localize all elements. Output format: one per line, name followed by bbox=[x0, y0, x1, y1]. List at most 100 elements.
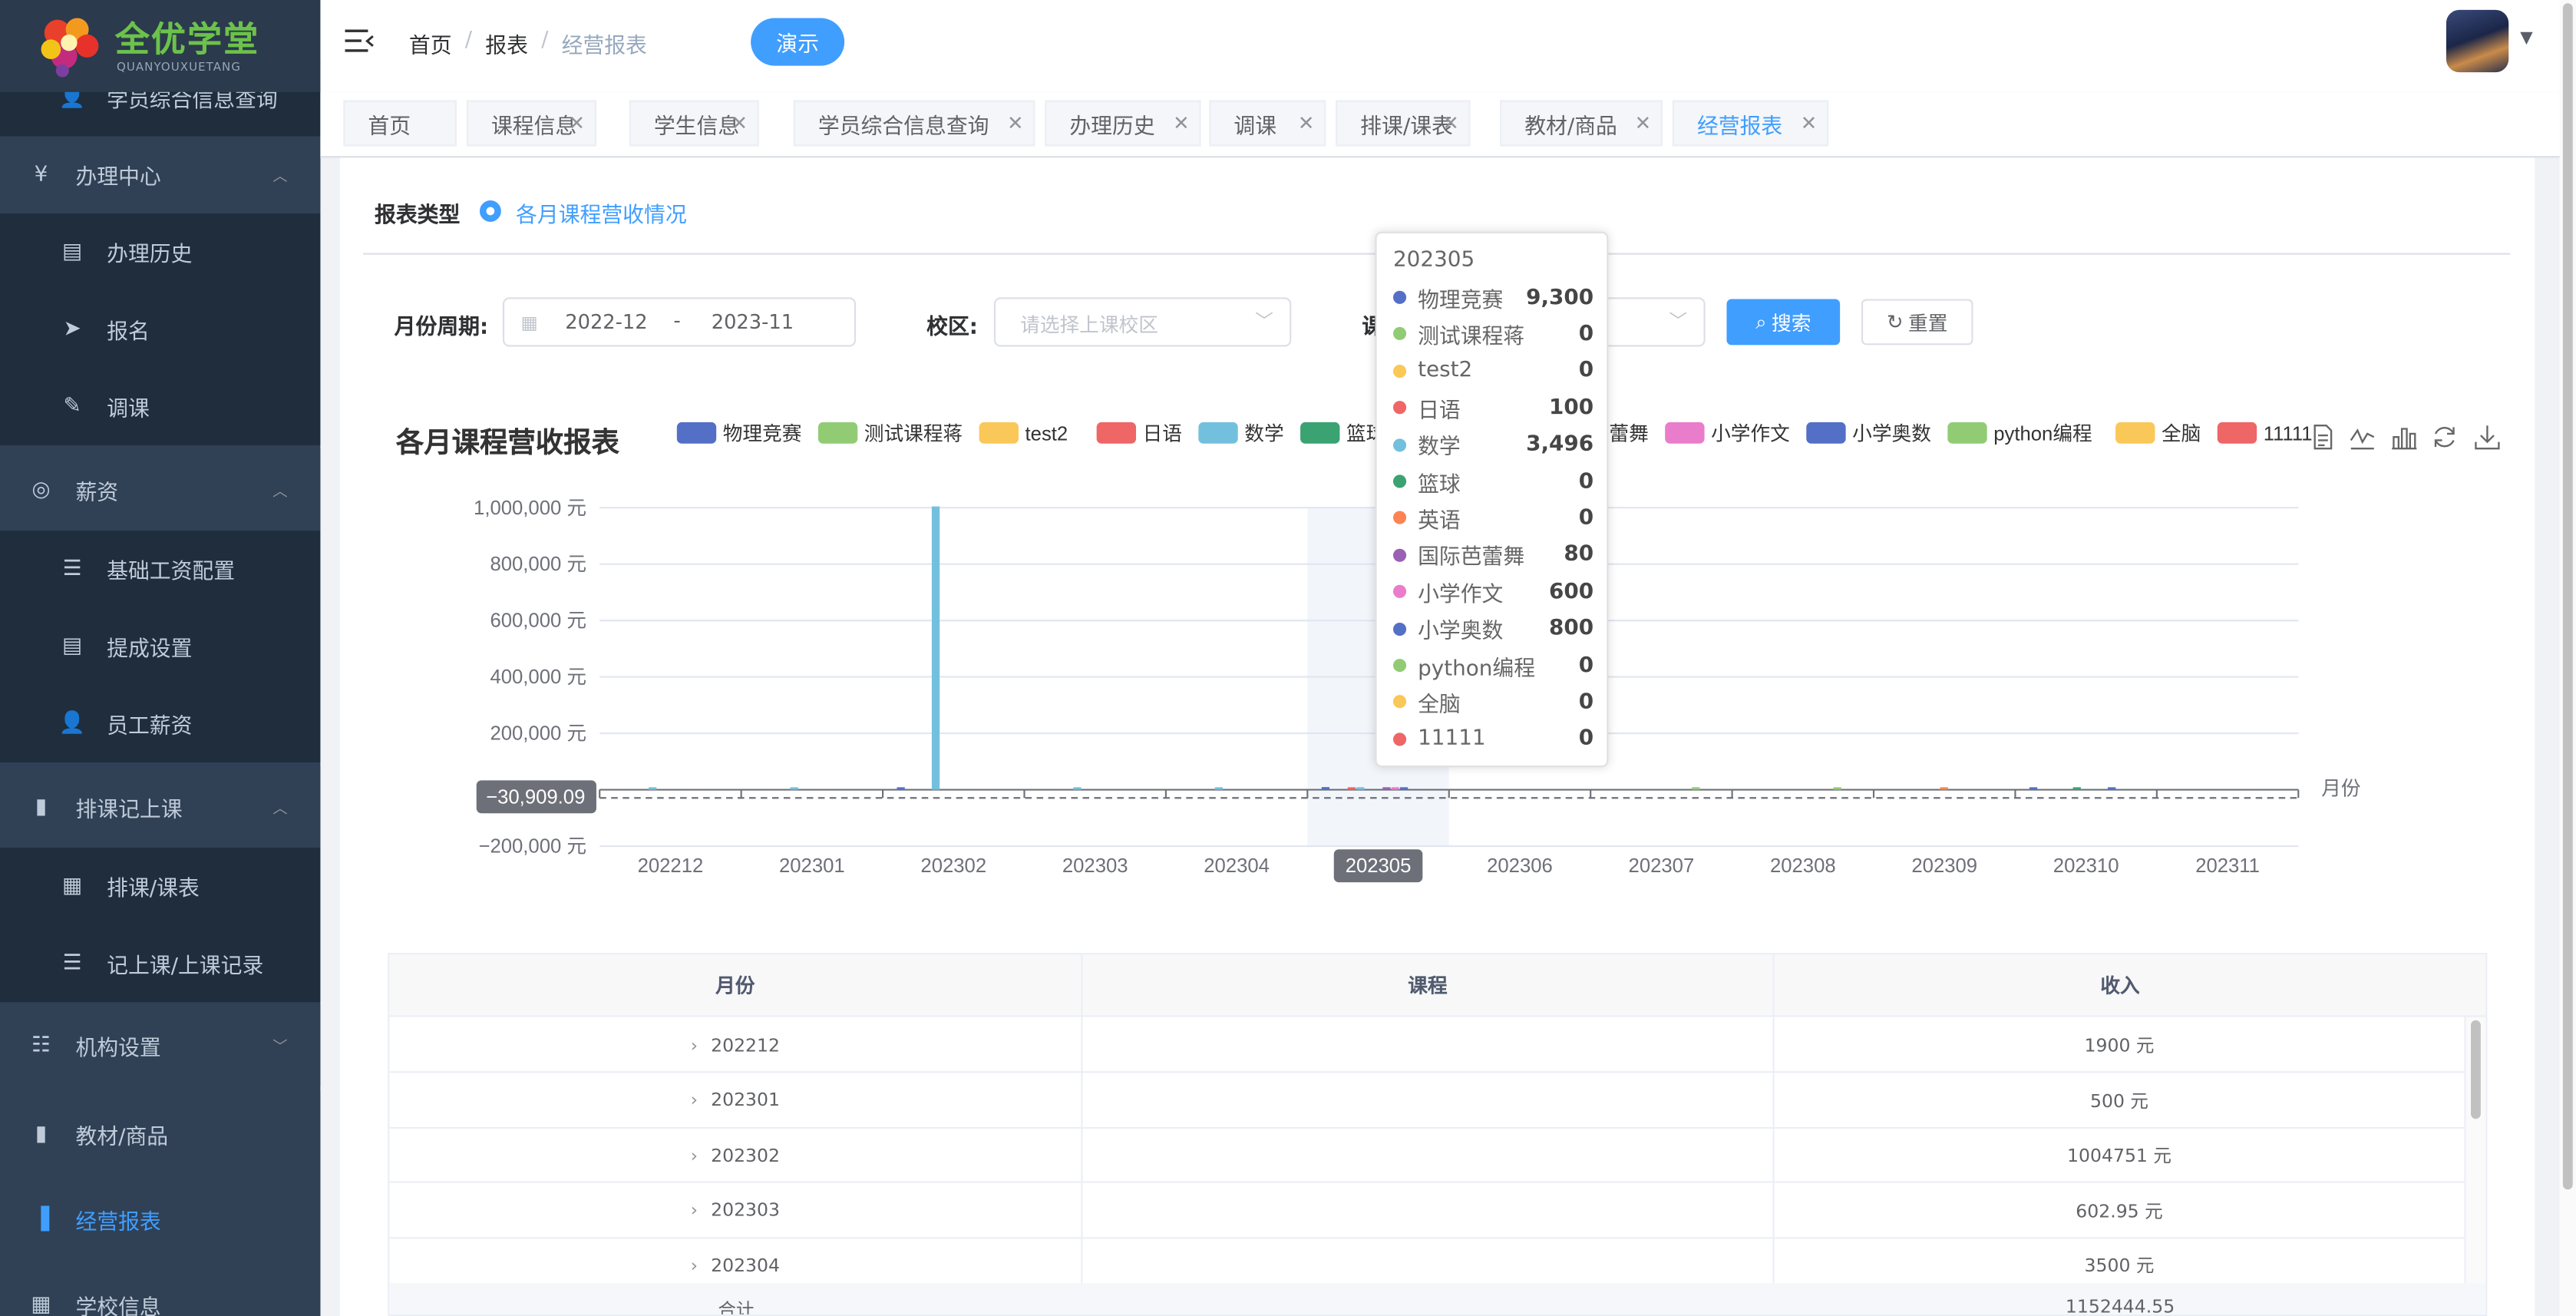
table-scrollbar[interactable] bbox=[2465, 1017, 2486, 1285]
tooltip-series-value: 0 bbox=[1578, 468, 1594, 494]
series-color-dot bbox=[1392, 659, 1407, 673]
breadcrumb-item-home[interactable]: 首页 bbox=[409, 28, 452, 59]
legend-swatch bbox=[1096, 422, 1137, 444]
download-icon[interactable] bbox=[2474, 424, 2500, 450]
table-row[interactable]: › 202301 500 元 bbox=[389, 1072, 2466, 1129]
expand-icon[interactable]: › bbox=[691, 1090, 698, 1111]
table-row[interactable]: › 202303 602.95 元 bbox=[389, 1182, 2466, 1238]
close-icon[interactable]: ✕ bbox=[1442, 112, 1459, 135]
bar-物理竞赛 bbox=[897, 787, 905, 790]
data-view-icon[interactable] bbox=[2310, 424, 2336, 450]
sidebar-item-label: 记上课/上课记录 bbox=[107, 954, 264, 980]
page-scrollbar-thumb[interactable] bbox=[2562, 3, 2573, 1190]
tab-8[interactable]: 经营报表 ✕ bbox=[1672, 100, 1829, 147]
x-tick-label: 202212 bbox=[638, 855, 704, 877]
avatar[interactable] bbox=[2446, 9, 2509, 73]
x-tick-label: 202302 bbox=[920, 855, 986, 877]
tooltip-series-name: python编程 bbox=[1418, 656, 1536, 681]
bar-python编程 bbox=[1692, 787, 1700, 790]
tab-7[interactable]: 教材/商品 ✕ bbox=[1500, 100, 1663, 147]
legend-swatch bbox=[1665, 422, 1705, 444]
bar-chart-icon[interactable] bbox=[2390, 424, 2417, 450]
line-chart-icon[interactable] bbox=[2350, 424, 2376, 450]
legend-swatch bbox=[676, 422, 717, 444]
y-tick-label: 400,000 元 bbox=[490, 666, 586, 688]
sidebar-item-1-1[interactable]: ▤ 提成设置 bbox=[0, 607, 321, 686]
tab-2[interactable]: 学生信息 ✕ bbox=[629, 100, 759, 147]
close-icon[interactable]: ✕ bbox=[1801, 112, 1818, 135]
tab-3[interactable]: 学员综合信息查询 ✕ bbox=[793, 100, 1035, 147]
sidebar-item-0-2[interactable]: ✎ 调课 bbox=[0, 368, 321, 445]
expand-icon[interactable]: › bbox=[691, 1200, 698, 1222]
close-icon[interactable]: ✕ bbox=[1007, 112, 1024, 135]
table-row[interactable]: › 202212 1900 元 bbox=[389, 1017, 2466, 1073]
sidebar-item-tail-0[interactable]: ☷ 机构设置 ﹀ bbox=[0, 1004, 321, 1086]
tooltip-series-value: 100 bbox=[1549, 395, 1594, 421]
legend-label: 日语 bbox=[1143, 423, 1182, 445]
series-color-dot bbox=[1392, 401, 1407, 415]
hamburger-icon[interactable] bbox=[345, 28, 375, 54]
chevron-down-icon: ﹀ bbox=[272, 1039, 288, 1056]
legend-label: 全脑 bbox=[2162, 422, 2201, 445]
expand-icon[interactable]: › bbox=[691, 1255, 698, 1277]
caret-down-icon[interactable]: ▼ bbox=[2520, 30, 2532, 48]
sidebar-item-0-0[interactable]: ▤ 办理历史 bbox=[0, 213, 321, 291]
column-header-gutter bbox=[2465, 954, 2486, 1017]
cell-income: 500 元 bbox=[1775, 1072, 2466, 1129]
breadcrumb-separator: / bbox=[464, 28, 473, 53]
close-icon[interactable]: ✕ bbox=[731, 112, 748, 135]
sidebar-group-2[interactable]: ▮ 排课记上课 ︿ bbox=[0, 765, 321, 848]
sidebar-item-label: 员工薪资 bbox=[107, 714, 193, 739]
tab-4[interactable]: 办理历史 ✕ bbox=[1045, 100, 1201, 147]
sidebar-item-tail-3[interactable]: ▦ 学校信息 bbox=[0, 1261, 321, 1316]
tab-label: 教材/商品 bbox=[1524, 114, 1617, 139]
close-icon[interactable]: ✕ bbox=[1635, 112, 1652, 135]
sidebar-item-0-1[interactable]: ➤ 报名 bbox=[0, 290, 321, 369]
legend-swatch bbox=[1300, 422, 1340, 444]
legend-swatch bbox=[1806, 422, 1846, 444]
page-scrollbar[interactable] bbox=[2559, 0, 2576, 1316]
cell-month: › 202212 bbox=[389, 1017, 1083, 1073]
tab-label: 排课/课表 bbox=[1360, 114, 1453, 139]
legend-swatch bbox=[979, 422, 1019, 444]
sidebar-group-1[interactable]: ◎ 薪资 ︿ bbox=[0, 448, 321, 531]
legend-swatch bbox=[1947, 422, 1987, 444]
table-scrollbar-thumb[interactable] bbox=[2471, 1020, 2481, 1119]
cell-income: 602.95 元 bbox=[1775, 1182, 2466, 1238]
logo[interactable]: 全优学堂 QUANYOUXUETANG bbox=[0, 0, 321, 92]
sidebar-group-0[interactable]: ¥ 办理中心 ︿ bbox=[0, 136, 321, 214]
expand-icon[interactable]: › bbox=[691, 1034, 698, 1056]
tab-0[interactable]: 首页 bbox=[343, 100, 457, 147]
sidebar-item-2-1[interactable]: ☰ 记上课/上课记录 bbox=[0, 924, 321, 1003]
tooltip-series-value: 9,300 bbox=[1526, 285, 1594, 310]
sidebar-item-tail-1[interactable]: ▮ 教材/商品 bbox=[0, 1090, 321, 1177]
restore-icon[interactable] bbox=[2432, 424, 2458, 450]
tab-5[interactable]: 调课 ✕ bbox=[1209, 100, 1326, 147]
bar-数学 bbox=[1356, 787, 1365, 790]
sidebar-item-label: 教材/商品 bbox=[75, 1124, 169, 1149]
edit-icon: ✎ bbox=[63, 394, 81, 419]
close-icon[interactable]: ✕ bbox=[1298, 112, 1315, 135]
table-row[interactable]: › 202302 1004751 元 bbox=[389, 1127, 2466, 1184]
coins-icon: ◎ bbox=[31, 477, 51, 502]
tooltip-series-name: 小学奥数 bbox=[1418, 619, 1504, 645]
sidebar-item-tail-2[interactable]: ▐ 经营报表 bbox=[0, 1176, 321, 1262]
series-color-dot bbox=[1392, 474, 1407, 488]
sidebar-item-1-0[interactable]: ☰ 基础工资配置 bbox=[0, 531, 321, 608]
demo-button[interactable]: 演示 bbox=[751, 18, 845, 66]
tab-1[interactable]: 课程信息 ✕ bbox=[466, 100, 596, 147]
sidebar-item-1-2[interactable]: 👤 员工薪资 bbox=[0, 685, 321, 762]
tooltip-row: 小学奥数 800 bbox=[1392, 612, 1593, 645]
sidebar-item-2-0[interactable]: ▦ 排课/课表 bbox=[0, 848, 321, 925]
breadcrumb-item-reports[interactable]: 报表 bbox=[485, 28, 528, 59]
legend-label: 小学奥数 bbox=[1852, 422, 1931, 445]
close-icon[interactable]: ✕ bbox=[569, 112, 586, 135]
tooltip-row: 数学 3,496 bbox=[1392, 428, 1593, 461]
close-icon[interactable]: ✕ bbox=[1173, 112, 1190, 135]
x-tick-label: 202301 bbox=[779, 855, 845, 877]
expand-icon[interactable]: › bbox=[691, 1145, 698, 1166]
x-tick-label: 202311 bbox=[2195, 855, 2260, 877]
x-axis-name: 月份 bbox=[2321, 778, 2360, 800]
tab-6[interactable]: 排课/课表 ✕ bbox=[1336, 100, 1471, 147]
tooltip-row: 篮球 0 bbox=[1392, 465, 1594, 498]
